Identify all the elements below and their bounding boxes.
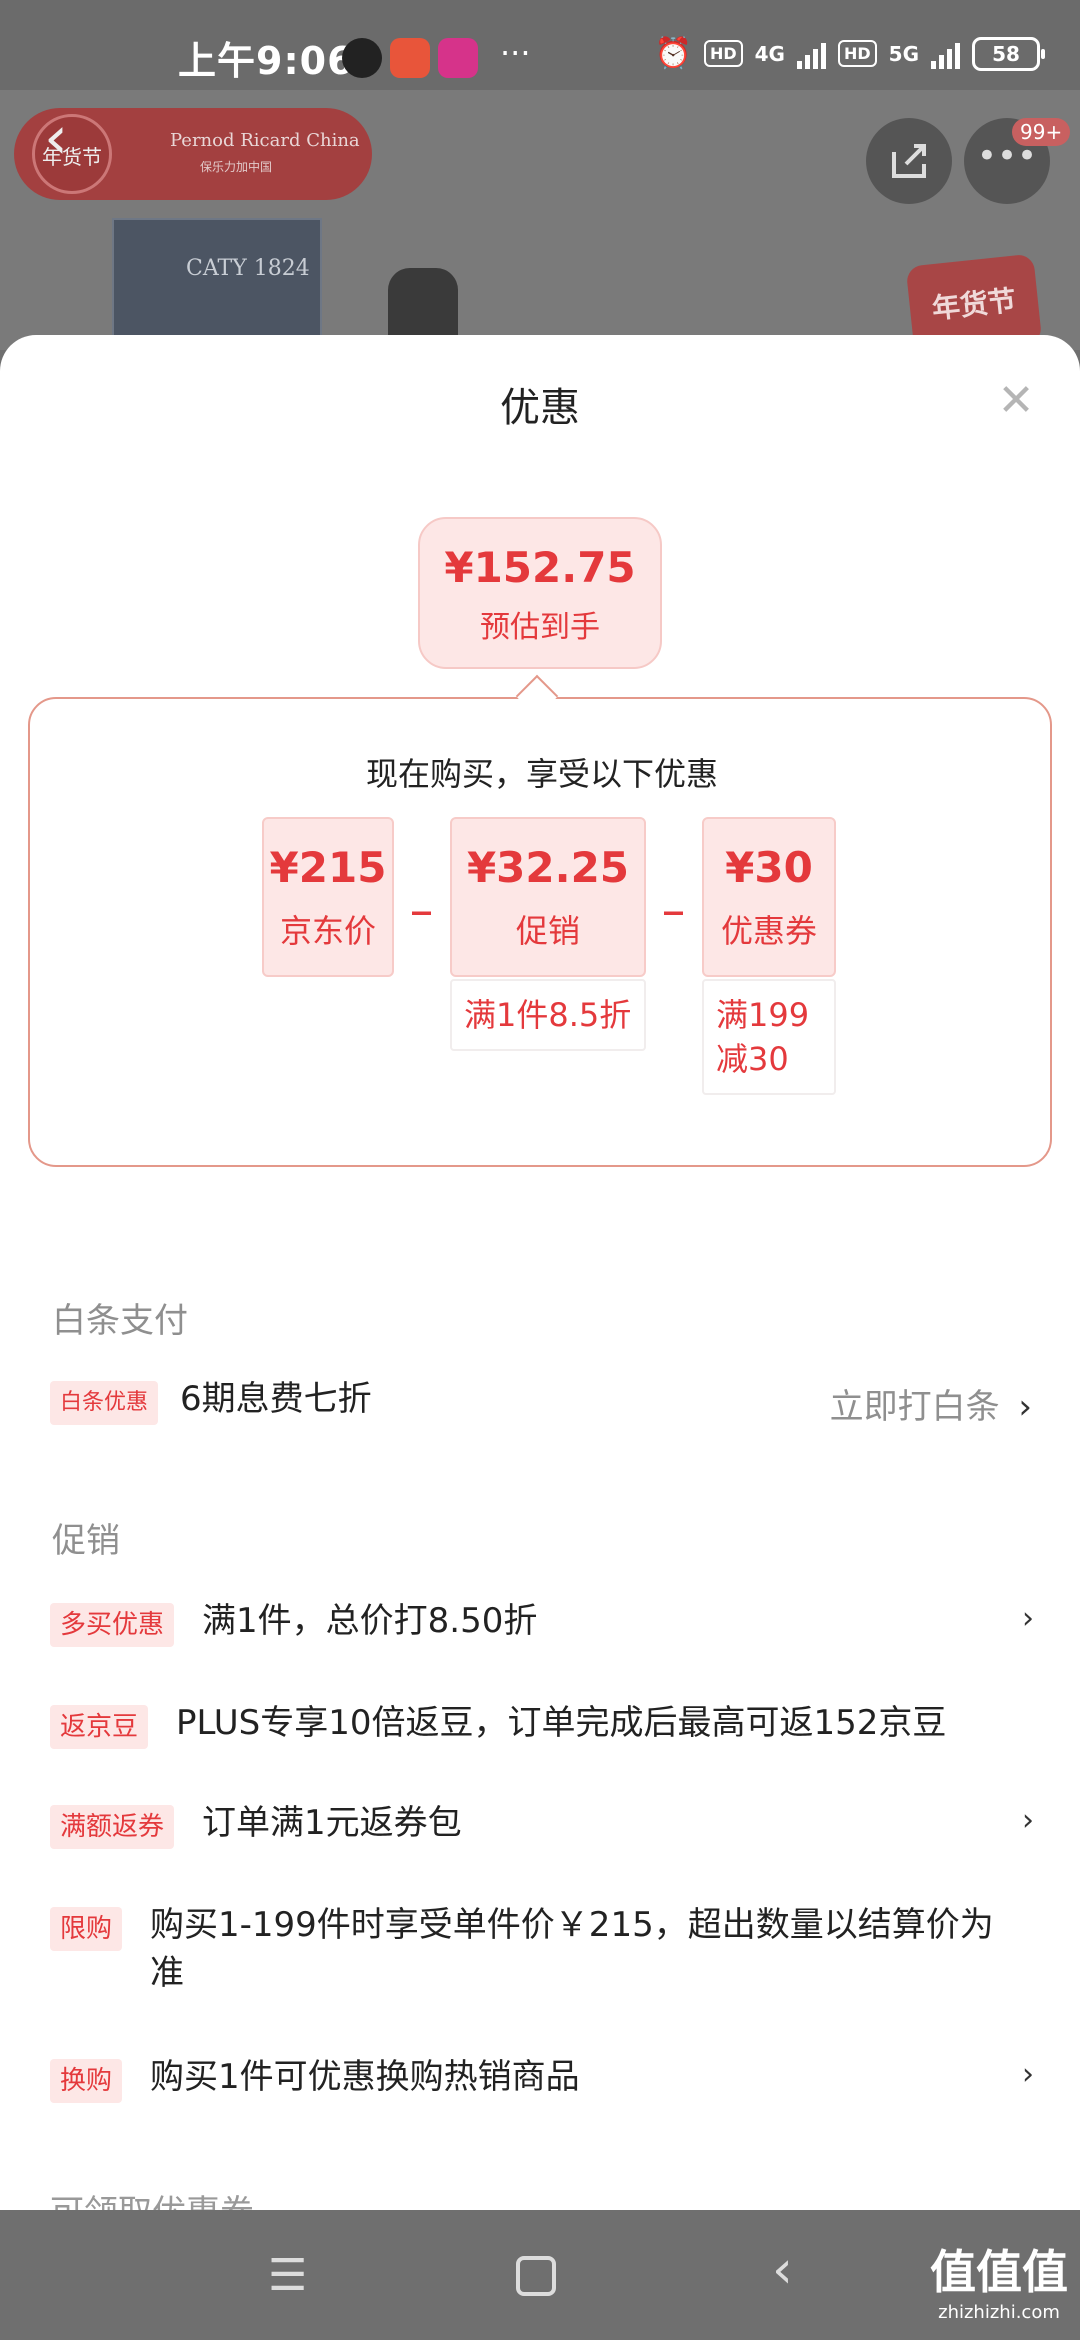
more-notifications-icon: ···: [500, 34, 531, 72]
breakdown-title: 现在购买，享受以下优惠: [365, 755, 718, 793]
signal-icon: [931, 39, 960, 69]
alarm-icon: ⏰: [654, 36, 692, 71]
promotion-text: 购买1-199件时享受单件价￥215，超出数量以结算价为准: [150, 1905, 994, 1993]
minus-operator: _: [412, 871, 431, 915]
network-type: 4G: [754, 41, 785, 66]
promotion-text: 订单满1元返券包: [202, 1803, 462, 1843]
promotion-label: 促销: [515, 912, 580, 950]
signal-icon: [796, 39, 826, 69]
status-time: 上午9:06: [178, 39, 355, 83]
sheet-title: 优惠: [500, 385, 580, 431]
promotion-text: 满1件，总价打8.50折: [202, 1601, 538, 1641]
estimated-price-bubble: ¥152.75 预估到手: [418, 517, 662, 669]
menu-icon[interactable]: ☰: [268, 2250, 307, 2301]
discount-breakdown-panel: 现在购买，享受以下优惠 ¥215 京东价 _ ¥32.25 促销 满1件8.5折…: [28, 697, 1052, 1167]
coupon-box: ¥30 优惠券: [702, 817, 836, 977]
back-icon[interactable]: ‹: [772, 2240, 793, 2300]
jd-price-label: 京东价: [279, 912, 376, 950]
back-icon[interactable]: ‹: [44, 108, 104, 170]
promotion-detail: 满1件8.5折: [450, 979, 646, 1051]
discount-sheet: 优惠 ✕ ¥152.75 预估到手 现在购买，享受以下优惠 ¥215 京东价 _…: [0, 335, 1080, 2210]
baitiao-link-label: 立即打白条: [829, 1387, 1000, 1427]
chevron-right-icon: ›: [1022, 2057, 1034, 2092]
share-icon: [892, 144, 926, 178]
chevron-right-icon: ›: [1022, 1601, 1034, 1636]
product-header-dimmed: 年货节 Pernod Ricard China 保乐力加中国 ‹ CATY 18…: [0, 90, 1080, 388]
app-notification-icon: [342, 38, 382, 78]
watermark-url: zhizhizhi.com: [938, 2302, 1060, 2323]
jd-price-amount: ¥215: [269, 843, 387, 892]
home-icon[interactable]: [516, 2256, 556, 2296]
promotion-box: ¥32.25 促销: [450, 817, 646, 977]
estimated-price: ¥152.75: [444, 543, 636, 592]
baitiao-section-title: 白条支付: [52, 1301, 188, 1341]
network-type: 5G: [888, 41, 919, 66]
promotion-item: 返京豆 PLUS专享10倍返豆，订单完成后最高可返152京豆: [50, 1699, 1040, 1749]
promotion-section-title: 促销: [52, 1521, 120, 1561]
baitiao-tag: 白条优惠: [50, 1381, 159, 1425]
promotion-text: 购买1件可优惠换购热销商品: [150, 2057, 580, 2097]
close-icon[interactable]: ✕: [996, 379, 1036, 423]
estimated-price-label: 预估到手: [480, 610, 600, 645]
app-notification-icon: [438, 38, 478, 78]
hd-icon: HD: [837, 40, 877, 67]
promotion-item[interactable]: 多买优惠 满1件，总价打8.50折 ›: [50, 1597, 1040, 1647]
promotion-tag: 返京豆: [50, 1705, 149, 1749]
status-bar: 上午9:06 ··· ⏰ HD 4G HD 5G 58: [0, 0, 1080, 90]
watermark-logo: 值值值: [930, 2245, 1068, 2299]
promotion-item[interactable]: 换购 购买1件可优惠换购热销商品 ›: [50, 2053, 1040, 2103]
app-notification-icon: [390, 38, 430, 78]
message-count-badge: 99+: [1012, 118, 1071, 146]
coupon-section-title: 可领取优惠券: [50, 2185, 254, 2210]
watermark: 值值值 zhizhizhi.com: [924, 2236, 1074, 2323]
brand-name: Pernod Ricard China: [170, 130, 360, 151]
promotion-amount: ¥32.25: [466, 843, 630, 892]
coupon-amount: ¥30: [725, 843, 813, 892]
hd-icon: HD: [703, 40, 743, 67]
system-nav-bar: ☰ ‹ 值值值 zhizhizhi.com: [0, 2210, 1080, 2340]
coupon-detail: 满199 减30: [702, 979, 836, 1095]
baitiao-text: 6期息费七折: [180, 1379, 372, 1419]
promotion-tag: 换购: [50, 2059, 123, 2103]
share-button[interactable]: [866, 118, 952, 204]
promotion-tag: 限购: [50, 1907, 123, 1951]
battery-icon: 58: [972, 36, 1045, 71]
promotion-item[interactable]: 满额返券 订单满1元返券包 ›: [50, 1799, 1040, 1849]
promotion-text: PLUS专享10倍返豆，订单完成后最高可返152京豆: [176, 1703, 947, 1743]
chevron-right-icon: ›: [1022, 1803, 1034, 1838]
promotion-tag: 多买优惠: [50, 1603, 175, 1647]
brand-subtitle: 保乐力加中国: [200, 160, 273, 174]
jd-price-box: ¥215 京东价: [262, 817, 394, 977]
minus-operator: _: [664, 871, 683, 915]
promotion-tag: 满额返券: [50, 1805, 175, 1849]
product-box-text: CATY 1824: [186, 256, 310, 281]
chevron-right-icon: ›: [1018, 1387, 1032, 1427]
coupon-label: 优惠券: [720, 912, 817, 950]
promotion-item: 限购 购买1-199件时享受单件价￥215，超出数量以结算价为准: [50, 1901, 1040, 1997]
baitiao-link[interactable]: 立即打白条 ›: [830, 1379, 1032, 1428]
